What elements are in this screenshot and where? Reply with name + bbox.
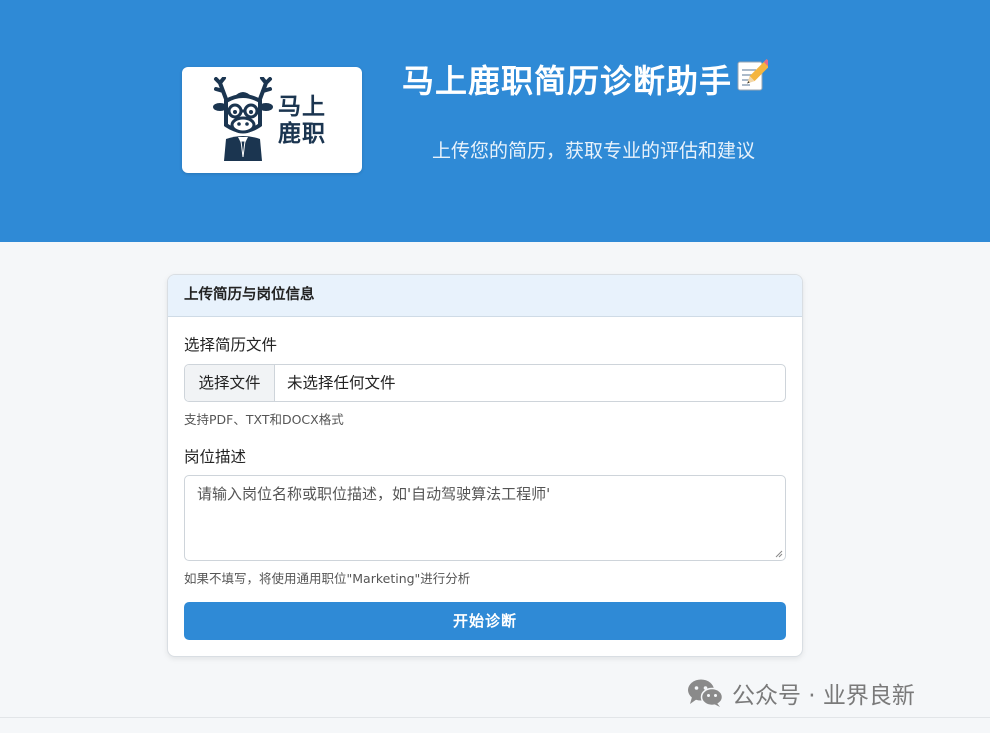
watermark: 公众号 · 业界良新 (686, 676, 915, 710)
wechat-icon (688, 679, 724, 707)
card-title: 上传简历与岗位信息 (168, 275, 802, 317)
logo-wordmark: 马上 鹿职 (278, 94, 338, 148)
deer-mascot-icon (213, 77, 273, 161)
upload-form-card: 上传简历与岗位信息 选择简历文件 选择文件 未选择任何文件 支持PDF、TXT和… (167, 274, 803, 657)
job-description-textarea[interactable]: 请输入岗位名称或职位描述，如'自动驾驶算法工程师' (184, 475, 786, 561)
page-title-text: 马上鹿职简历诊断助手 (402, 62, 733, 100)
job-description-label: 岗位描述 (184, 448, 247, 466)
job-description-placeholder: 请输入岗位名称或职位描述，如'自动驾驶算法工程师' (197, 485, 551, 503)
page-title: 马上鹿职简历诊断助手 (402, 56, 772, 102)
logo-line-2: 鹿职 (278, 121, 326, 147)
file-status-text: 未选择任何文件 (287, 374, 396, 392)
watermark-text: 公众号 · 业界良新 (732, 683, 915, 709)
page-header: 马上 鹿职 马上鹿职简历诊断助手 上传您的简历，获取专业的评估和建议 (0, 0, 990, 242)
footer-divider (0, 717, 990, 718)
resize-grip-icon[interactable] (775, 550, 783, 558)
start-diagnosis-button[interactable]: 开始诊断 (184, 602, 786, 640)
resume-file-input[interactable]: 选择文件 未选择任何文件 (184, 364, 786, 402)
page-subtitle: 上传您的简历，获取专业的评估和建议 (432, 140, 756, 162)
memo-pencil-icon (736, 58, 772, 100)
resume-file-label: 选择简历文件 (184, 336, 278, 354)
job-description-hint: 如果不填写，将使用通用职位"Marketing"进行分析 (184, 571, 471, 586)
logo-line-1: 马上 (278, 94, 326, 120)
choose-file-button[interactable]: 选择文件 (185, 365, 275, 401)
logo: 马上 鹿职 (182, 67, 362, 173)
file-format-hint: 支持PDF、TXT和DOCX格式 (184, 412, 344, 427)
